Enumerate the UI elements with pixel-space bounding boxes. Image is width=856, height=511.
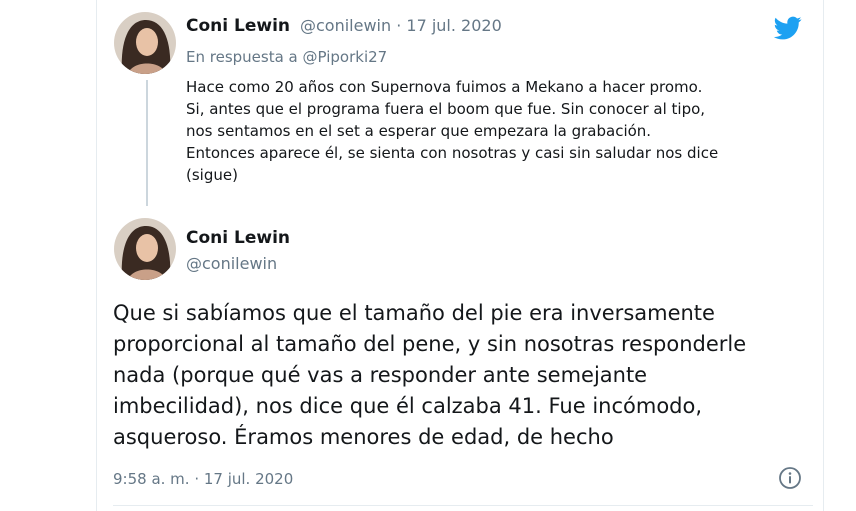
parent-author-name[interactable]: Coni Lewin: [186, 16, 290, 36]
main-text-line: proporcional al tamaño del pene, y sin n…: [113, 332, 747, 356]
main-text-line: nada (porque qué vas a responder ante se…: [113, 363, 648, 387]
parent-author-meta[interactable]: @conilewin · 17 jul. 2020: [300, 16, 502, 35]
reply-context: En respuesta a @Piporki27: [186, 48, 387, 66]
main-tweet-text: Que si sabíamos que el tamaño del pie er…: [113, 298, 813, 453]
parent-text-line: (sigue): [186, 166, 238, 184]
parent-avatar[interactable]: [114, 12, 176, 74]
parent-text-line: nos sentamos en el set a esperar que emp…: [186, 122, 652, 140]
parent-text-line: Hace como 20 años con Supernova fuimos a…: [186, 78, 703, 96]
main-text-line: asqueroso. Éramos menores de edad, de he…: [113, 425, 614, 449]
reply-mention-link[interactable]: @Piporki27: [303, 48, 388, 66]
main-text-line: imbecilidad), nos dice que él calzaba 41…: [113, 394, 703, 418]
parent-text-line: Si, antes que el programa fuera el boom …: [186, 100, 706, 118]
thread-line: [146, 80, 148, 206]
reply-prefix: En respuesta a: [186, 48, 303, 66]
main-text-line: Que si sabíamos que el tamaño del pie er…: [113, 301, 715, 325]
divider: [113, 505, 813, 506]
info-icon[interactable]: [778, 466, 802, 490]
main-author-handle[interactable]: @conilewin: [186, 254, 277, 273]
main-author-name[interactable]: Coni Lewin: [186, 228, 290, 248]
twitter-bird-icon[interactable]: [772, 14, 804, 42]
main-avatar[interactable]: [114, 218, 176, 280]
parent-tweet-text: Hace como 20 años con Supernova fuimos a…: [186, 76, 806, 186]
tweet-timestamp-link[interactable]: 9:58 a. m. · 17 jul. 2020: [113, 470, 293, 488]
parent-text-line: Entonces aparece él, se sienta con nosot…: [186, 144, 719, 162]
